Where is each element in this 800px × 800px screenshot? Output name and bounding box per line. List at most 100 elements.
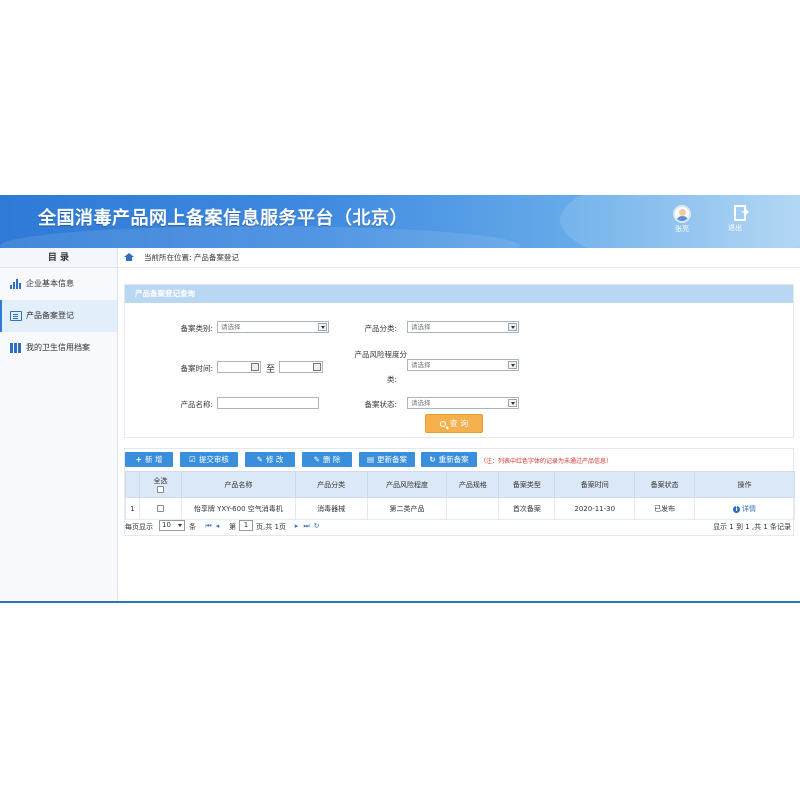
sidebar-item-credit-archive[interactable]: 我的卫生信用档案 [0,332,117,364]
column-header: 产品分类 [294,471,368,498]
sidebar-item-label: 企业基本信息 [26,279,74,288]
to-label: 至 [265,365,275,375]
calendar-icon[interactable] [251,363,259,371]
update-filing-button[interactable]: ▤ 更新备案 [359,452,415,467]
select-all-header: 全选 [138,471,182,498]
submit-review-button[interactable]: ☑ 提交审核 [180,452,238,467]
document-icon: ▤ [366,455,375,464]
toolbar: + 新 增 ☑ 提交审核 ✎ 修 改 ✎ 删 除 ▤ 更新备案 ↻ 重新备案 （注：列表中红… [125,449,793,471]
chevron-down-icon [508,361,517,369]
cell-product-class: 消毒器械 [294,497,368,520]
sidebar-item-label: 产品备案登记 [26,311,74,320]
time-label: 备案时间: [180,364,213,373]
chevron-down-icon [508,323,517,331]
name-label: 产品名称: [180,400,213,409]
bar-chart-icon [10,278,22,289]
page-number-input[interactable]: 1 [239,520,253,531]
page-prefix: 第 [229,523,236,531]
plus-icon: + [135,455,142,464]
product-name-input[interactable] [217,397,319,409]
edit-button[interactable]: ✎ 修 改 [245,452,295,467]
breadcrumb-text: 当前所在位置: 产品备案登记 [144,253,239,262]
books-icon [10,342,22,353]
results-table: 全选 产品名称 产品分类 产品风险程度 产品规格 备案类型 备案时间 备案状态 … [125,471,795,520]
product-class-select[interactable]: 请选择 [407,321,519,333]
risk-label-line1: 产品风险程度分 [354,350,408,359]
per-page-label: 每页显示 [125,523,153,531]
main-content: 当前所在位置: 产品备案登记 产品备案登记查询 备案类别: 请选择 产品分类: … [118,248,800,603]
check-icon: ☑ [189,455,196,464]
prev-page-icon[interactable]: ◂ [214,523,221,530]
chevron-down-icon [508,399,517,407]
table-header-row: 全选 产品名称 产品分类 产品风险程度 产品规格 备案类型 备案时间 备案状态 … [125,471,795,498]
logout-icon [734,205,749,221]
sidebar-item-label: 我的卫生信用档案 [26,343,90,352]
category-label: 备案类别: [180,324,213,333]
cell-time: 2020-11-30 [554,497,636,520]
status-label: 备案状态: [364,400,397,409]
detail-link[interactable]: i 详情 [733,505,756,513]
avatar[interactable] [673,205,691,223]
info-icon: i [733,505,741,513]
home-icon[interactable] [124,253,134,261]
page-suffix: 页,共 1页 [256,523,286,531]
sidebar-title: 目 录 [0,248,117,268]
first-page-icon[interactable]: ⏮ [205,523,212,530]
toolbar-note: （注：列表中红色字体的记录为未通过产品信息） [480,458,613,465]
user-profile[interactable]: 张亮 [670,205,694,234]
cell-spec [446,497,500,520]
refresh-icon: ↻ [429,455,436,464]
logout-label: 退出 [728,224,742,232]
results-panel: + 新 增 ☑ 提交审核 ✎ 修 改 ✎ 删 除 ▤ 更新备案 ↻ 重新备案 （注：列表中红… [124,448,795,536]
sidebar-item-product-registration[interactable]: 产品备案登记 [0,300,117,332]
cell-status: 已发布 [634,497,696,520]
next-page-icon[interactable]: ▸ [293,523,300,530]
edit-icon: ✎ [256,455,263,464]
column-header: 操作 [694,471,795,498]
query-panel: 产品备案登记查询 备案类别: 请选择 产品分类: 请选择 备案时间: 至 产品风… [124,284,794,438]
sidebar-item-company-info[interactable]: 企业基本信息 [0,268,117,300]
user-name: 张亮 [675,225,689,233]
app-window: 全国消毒产品网上备案信息服务平台（北京） 张亮 退出 目 录 企业基本信息 产品… [0,195,800,603]
query-button[interactable]: 查 询 [425,414,483,433]
column-header: 产品风险程度 [366,471,448,498]
refresh-icon[interactable]: ↻ [313,523,320,530]
column-header: 备案类型 [498,471,556,498]
refile-button[interactable]: ↻ 重新备案 [421,452,477,467]
cell-type: 首次备案 [498,497,556,520]
bottom-border [0,601,800,603]
risk-select[interactable]: 请选择 [407,359,519,371]
table-row[interactable]: 1 怡享牌 YXY-600 空气消毒机 消毒器械 第二类产品 首次备案 2020… [125,497,795,520]
start-date-input[interactable] [217,361,261,373]
delete-button[interactable]: ✎ 删 除 [302,452,352,467]
per-page-select[interactable]: 10 [159,520,185,531]
pagination: 每页显示 10 条 ⏮ ◂ 第 1 页,共 1页 ▸ ⏭ ↻ 显示 1 到 1 … [125,520,795,534]
logout-button[interactable]: 退出 [728,205,752,232]
records-summary: 显示 1 到 1 ,共 1 条记录 [713,523,791,531]
query-panel-title: 产品备案登记查询 [125,285,793,303]
document-icon [10,310,22,321]
breadcrumb: 当前所在位置: 产品备案登记 [118,248,800,268]
column-header: 产品规格 [446,471,500,498]
sidebar: 目 录 企业基本信息 产品备案登记 我的卫生信用档案 [0,248,118,603]
per-page-unit: 条 [189,523,196,531]
risk-label-line2: 类: [386,375,397,384]
column-header: 产品名称 [180,471,296,498]
end-date-input[interactable] [279,361,323,373]
row-checkbox[interactable] [156,505,164,512]
status-select[interactable]: 请选择 [407,397,519,409]
chevron-down-icon [318,323,327,331]
calendar-icon[interactable] [313,363,321,371]
product-class-label: 产品分类: [364,324,397,333]
category-select[interactable]: 请选择 [217,321,329,333]
platform-title: 全国消毒产品网上备案信息服务平台（北京） [38,208,408,229]
header-banner: 全国消毒产品网上备案信息服务平台（北京） 张亮 退出 [0,195,800,248]
cell-product-name: 怡享牌 YXY-600 空气消毒机 [180,497,296,520]
select-all-checkbox[interactable] [156,486,164,493]
cell-risk: 第二类产品 [366,497,448,520]
last-page-icon[interactable]: ⏭ [303,523,310,530]
search-icon [439,421,446,427]
row-index: 1 [125,497,140,520]
edit-icon: ✎ [313,455,320,464]
add-button[interactable]: + 新 增 [125,452,173,467]
